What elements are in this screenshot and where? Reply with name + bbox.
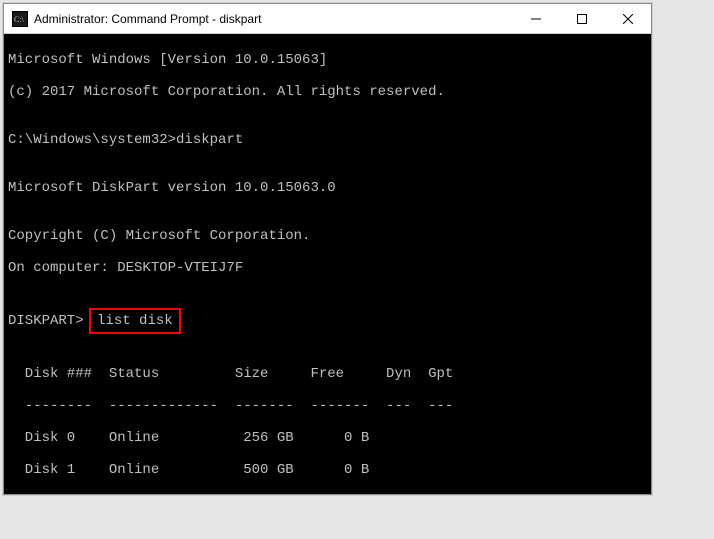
- diskpart-prompt: DISKPART>: [8, 313, 84, 329]
- prompt: C:\Windows\system32>: [8, 132, 176, 148]
- window-title: Administrator: Command Prompt - diskpart: [34, 12, 513, 26]
- maximize-button[interactable]: [559, 4, 605, 33]
- command-prompt-window: C:\ Administrator: Command Prompt - disk…: [3, 3, 652, 495]
- minimize-button[interactable]: [513, 4, 559, 33]
- titlebar[interactable]: C:\ Administrator: Command Prompt - disk…: [4, 4, 651, 34]
- command-text: diskpart: [176, 132, 243, 148]
- table-divider: -------- ------------- ------- ------- -…: [8, 398, 647, 414]
- output-line: Copyright (C) Microsoft Corporation.: [8, 228, 647, 244]
- svg-text:C:\: C:\: [14, 15, 25, 24]
- table-row: Disk 1 Online 500 GB 0 B: [8, 462, 647, 478]
- terminal-area[interactable]: Microsoft Windows [Version 10.0.15063] (…: [4, 34, 651, 494]
- prompt-line: C:\Windows\system32>diskpart: [8, 132, 647, 148]
- window-controls: [513, 4, 651, 33]
- prompt-line: DISKPART> list disk: [8, 308, 647, 334]
- table-row: Disk 0 Online 256 GB 0 B: [8, 430, 647, 446]
- output-line: On computer: DESKTOP-VTEIJ7F: [8, 260, 647, 276]
- highlighted-command: list disk: [89, 308, 181, 334]
- output-line: Microsoft Windows [Version 10.0.15063]: [8, 52, 647, 68]
- cmd-icon: C:\: [12, 11, 28, 27]
- output-line: (c) 2017 Microsoft Corporation. All righ…: [8, 84, 647, 100]
- table-header: Disk ### Status Size Free Dyn Gpt: [8, 366, 647, 382]
- close-button[interactable]: [605, 4, 651, 33]
- output-line: Microsoft DiskPart version 10.0.15063.0: [8, 180, 647, 196]
